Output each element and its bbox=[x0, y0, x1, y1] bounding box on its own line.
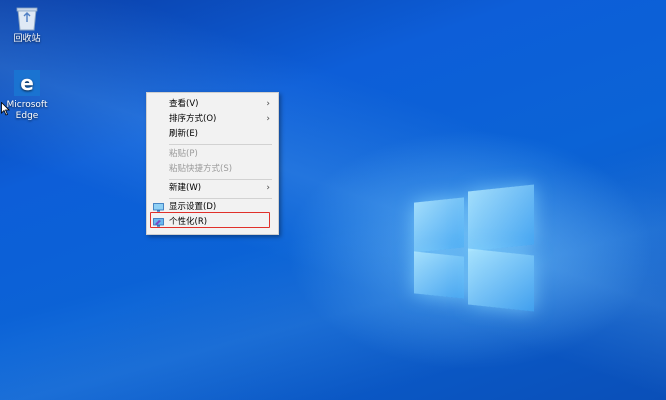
desktop-icon-label: 回收站 bbox=[13, 34, 41, 44]
chevron-right-icon: › bbox=[266, 114, 270, 124]
menu-item-sort-by[interactable]: 排序方式(O) › bbox=[147, 112, 278, 127]
desktop-icon-recycle-bin[interactable]: 回收站 bbox=[0, 4, 54, 45]
logo-pane bbox=[414, 197, 464, 253]
edge-icon: e bbox=[12, 68, 42, 98]
menu-item-label: 查看(V) bbox=[169, 99, 199, 109]
menu-separator bbox=[169, 198, 272, 199]
svg-text:e: e bbox=[20, 71, 34, 95]
logo-pane bbox=[468, 184, 534, 252]
menu-item-paste-shortcut: 粘贴快捷方式(S) bbox=[147, 162, 278, 177]
wallpaper-light-beam bbox=[0, 0, 666, 400]
display-settings-icon bbox=[153, 203, 164, 212]
recycle-bin-icon bbox=[14, 4, 40, 32]
menu-separator bbox=[169, 179, 272, 180]
menu-item-new[interactable]: 新建(W) › bbox=[147, 181, 278, 196]
menu-item-label: 粘贴快捷方式(S) bbox=[169, 164, 233, 174]
chevron-right-icon: › bbox=[266, 99, 270, 109]
highlight-annotation-box bbox=[150, 212, 270, 228]
logo-pane bbox=[414, 251, 464, 299]
chevron-right-icon: › bbox=[266, 183, 270, 193]
menu-item-paste: 粘贴(P) bbox=[147, 147, 278, 162]
menu-item-label: 排序方式(O) bbox=[169, 114, 217, 124]
menu-item-refresh[interactable]: 刷新(E) bbox=[147, 127, 278, 142]
menu-item-label: 刷新(E) bbox=[169, 129, 199, 139]
mouse-cursor-icon bbox=[1, 101, 10, 120]
desktop-context-menu: 查看(V) › 排序方式(O) › 刷新(E) 粘贴(P) 粘贴快捷方式(S) … bbox=[146, 92, 279, 235]
wallpaper-light-beam bbox=[0, 0, 666, 400]
windows-logo bbox=[408, 184, 538, 314]
logo-pane bbox=[468, 248, 534, 312]
menu-item-label: 粘贴(P) bbox=[169, 149, 198, 159]
menu-item-view[interactable]: 查看(V) › bbox=[147, 97, 278, 112]
menu-item-label: 新建(W) bbox=[169, 183, 202, 193]
menu-separator bbox=[169, 144, 272, 145]
